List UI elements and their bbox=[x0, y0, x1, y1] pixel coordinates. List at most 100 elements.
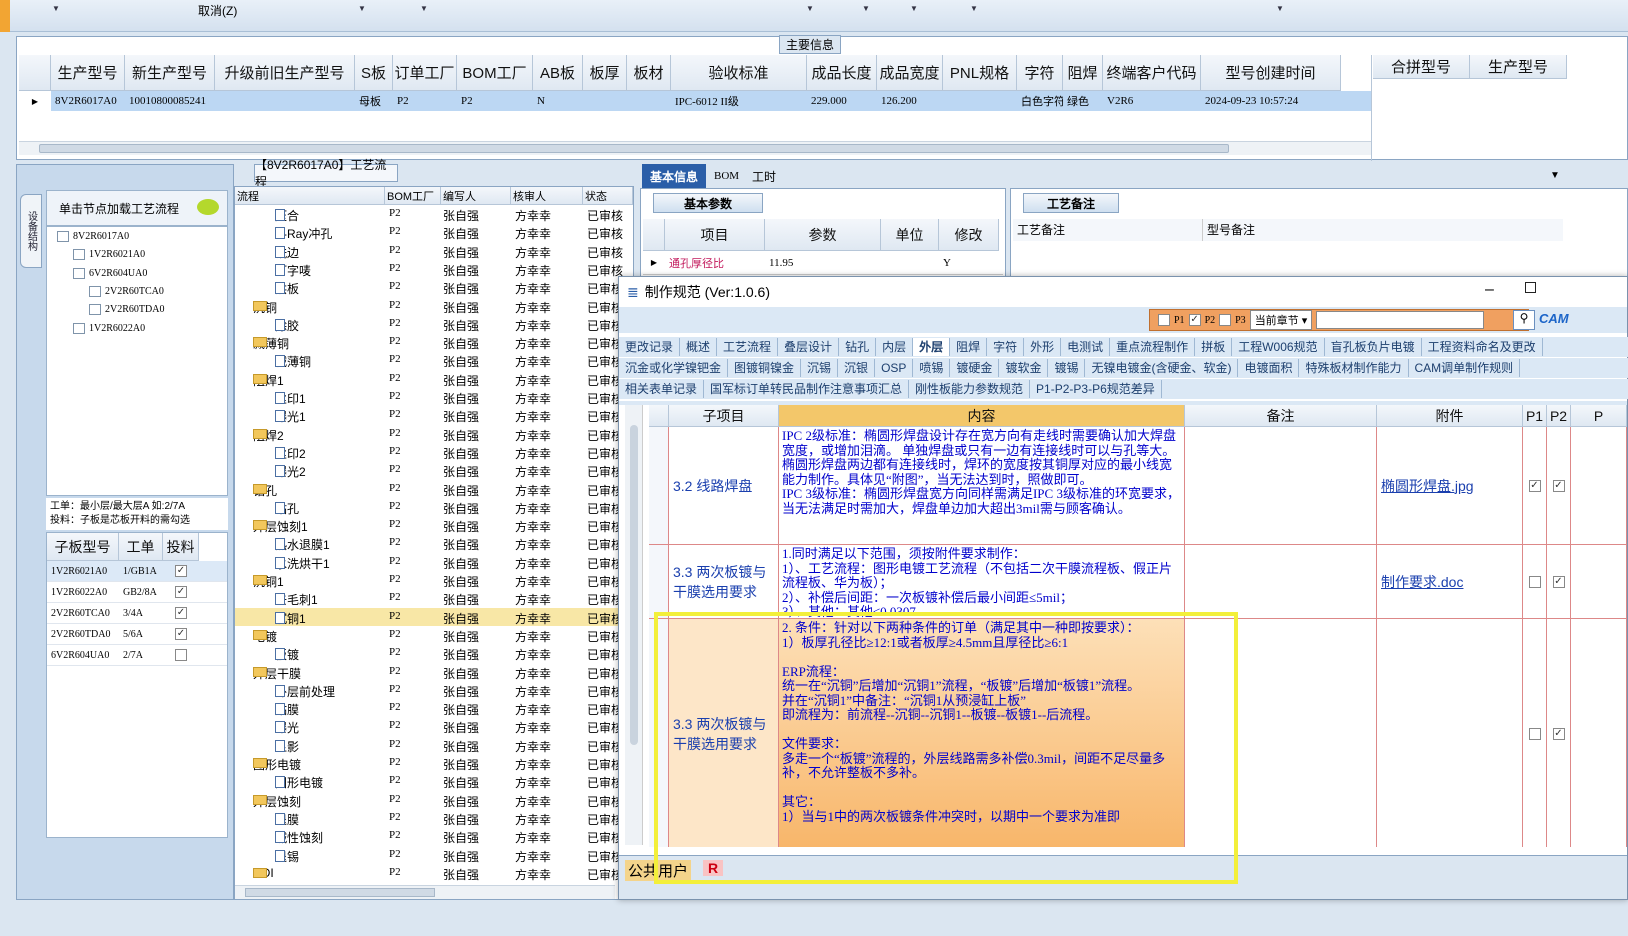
p2-checkbox[interactable]: ✓ bbox=[1552, 727, 1565, 740]
spec-attachment-link[interactable] bbox=[1377, 619, 1523, 847]
spec-tab[interactable]: 电镀面积 bbox=[1238, 359, 1300, 377]
flow-row[interactable]: 图形电镀 P2 张自强 方幸幸 已审核 bbox=[235, 772, 633, 790]
spec-tab[interactable]: 叠层设计 bbox=[778, 338, 840, 356]
search-input[interactable] bbox=[1316, 311, 1485, 329]
p1-checkbox[interactable]: ✓ bbox=[1528, 479, 1541, 492]
feed-checkbox[interactable]: ✓ bbox=[175, 628, 187, 640]
spec-tab[interactable]: 电测试 bbox=[1061, 338, 1111, 356]
spec-tab[interactable]: 工程资料命名及更改 bbox=[1422, 338, 1543, 356]
spec-attachment-link[interactable]: 制作要求.doc bbox=[1377, 545, 1523, 619]
tree-node[interactable]: 1V2R6021A0 bbox=[73, 249, 145, 261]
tree-node[interactable]: 1V2R6022A0 bbox=[73, 322, 145, 334]
sub-row[interactable]: 6V2R604UA0 2/7A bbox=[47, 645, 227, 666]
flow-row[interactable]: 外层蚀刻 P2 张自强 方幸幸 已审核 bbox=[235, 791, 633, 809]
flow-row[interactable]: 曝光1 P2 张自强 方幸幸 已审核 bbox=[235, 406, 633, 424]
flow-row[interactable]: 显影 P2 张自强 方幸幸 已审核 bbox=[235, 736, 633, 754]
spec-tab[interactable]: 刚性板能力参数规范 bbox=[909, 380, 1031, 398]
tab-basic-info[interactable]: 基本信息 bbox=[642, 164, 707, 188]
spec-tab[interactable]: 盲孔板负片电镀 bbox=[1325, 338, 1422, 356]
tree-node[interactable]: 2V2R60TCA0 bbox=[89, 285, 164, 297]
main-cell[interactable]: 母板 bbox=[355, 91, 393, 111]
dialog-vscrollbar[interactable] bbox=[625, 405, 643, 845]
spec-tab[interactable]: 字符 bbox=[987, 338, 1025, 356]
main-cell[interactable]: P2 bbox=[393, 91, 457, 111]
dropdown-arrow-icon[interactable]: ▼ bbox=[1276, 4, 1284, 13]
sub-order[interactable]: 3/4A bbox=[119, 603, 163, 623]
flow-row[interactable]: 外层干膜 P2 张自强 方幸幸 已审核 bbox=[235, 663, 633, 681]
panel-dropdown-icon[interactable]: ▼ bbox=[1550, 170, 1560, 181]
flow-row[interactable]: 曝光 P2 张自强 方幸幸 已审核 bbox=[235, 717, 633, 735]
dropdown-arrow-icon[interactable]: ▼ bbox=[358, 4, 366, 13]
p1-checkbox[interactable] bbox=[1158, 314, 1170, 326]
main-info-row[interactable]: ▶ 8V2R6017A0 10010800085241 母板 P2 P2 N IPC-6012… bbox=[19, 91, 1371, 111]
main-cell[interactable]: 白色字符 bbox=[1017, 91, 1063, 111]
flow-row[interactable]: 阻焊2 P2 张自强 方幸幸 已审核 bbox=[235, 425, 633, 443]
flow-row[interactable]: 沉铜1 P2 张自强 方幸幸 已审核 bbox=[235, 571, 633, 589]
flow-row[interactable]: 电镀P2张自强方幸幸已审核 bbox=[235, 626, 633, 644]
spec-tab[interactable]: 沉锡 bbox=[801, 359, 839, 377]
sub-row[interactable]: 2V2R60TDA0 5/6A ✓ bbox=[47, 624, 227, 645]
flow-row[interactable]: 曝光2 P2 张自强 方幸幸 已审核 bbox=[235, 461, 633, 479]
main-cell[interactable]: 绿色 bbox=[1063, 91, 1103, 111]
tree-node[interactable]: 2V2R60TDA0 bbox=[89, 304, 164, 316]
sub-order[interactable]: 1/GB1A bbox=[119, 561, 163, 581]
spec-tab[interactable]: 阻焊 bbox=[950, 338, 988, 356]
spec-tab[interactable]: 国军标订单转民品制作注意事项汇总 bbox=[704, 380, 910, 398]
flow-row[interactable]: 减薄铜 P2 张自强 方幸幸 已审核 bbox=[235, 333, 633, 351]
dropdown-arrow-icon[interactable]: ▼ bbox=[910, 4, 918, 13]
spec-tab[interactable]: CAM调单制作规则 bbox=[1409, 359, 1521, 377]
p2-checkbox[interactable]: ✓ bbox=[1552, 575, 1565, 588]
spec-tab[interactable]: 钻孔 bbox=[839, 338, 877, 356]
spec-tab[interactable]: P1-P2-P3-P6规范差异 bbox=[1030, 380, 1162, 398]
spec-tab[interactable]: 沉银 bbox=[838, 359, 876, 377]
flow-row[interactable]: 去毛刺1 P2 张自强 方幸幸 已审核 bbox=[235, 589, 633, 607]
p1-checkbox[interactable] bbox=[1528, 727, 1541, 740]
sub-order[interactable]: 5/6A bbox=[119, 624, 163, 644]
flow-row[interactable]: 外层蚀刻1 P2 张自强 方幸幸 已审核 bbox=[235, 516, 633, 534]
tree-node[interactable]: 6V2R604UA0 bbox=[73, 267, 147, 279]
flow-row[interactable]: 丝印1 P2 张自强 方幸幸 已审核 bbox=[235, 388, 633, 406]
flow-row[interactable]: 板镀 P2 张自强 方幸幸 已审核 bbox=[235, 644, 633, 662]
spec-tab[interactable]: 喷锡 bbox=[913, 359, 951, 377]
dropdown-arrow-icon[interactable]: ▼ bbox=[52, 4, 60, 13]
spec-tab[interactable]: 图镀铜镍金 bbox=[728, 359, 802, 377]
sub-row[interactable]: 1V2R6021A0 1/GB1A ✓ bbox=[47, 561, 227, 582]
main-cell[interactable]: IPC-6012 II级 bbox=[671, 91, 807, 111]
spec-tab[interactable]: 镀软金 bbox=[999, 359, 1049, 377]
p3-checkbox[interactable] bbox=[1219, 314, 1232, 326]
flow-row[interactable]: 压合 P2 张自强 方幸幸 已审核 bbox=[235, 205, 633, 223]
sub-order[interactable]: 2/7A bbox=[119, 645, 163, 665]
main-cell[interactable]: 126.200 bbox=[877, 91, 943, 111]
spec-tab[interactable]: OSP bbox=[875, 359, 914, 377]
flow-hscrollbar[interactable] bbox=[235, 885, 615, 899]
p2-checkbox[interactable]: ✓ bbox=[1188, 314, 1201, 326]
flow-row[interactable]: 贴膜 P2 张自强 方幸幸 已审核 bbox=[235, 699, 633, 717]
flow-row[interactable]: 丝印2 P2 张自强 方幸幸 已审核 bbox=[235, 443, 633, 461]
spec-tab[interactable]: 拼板 bbox=[1195, 338, 1233, 356]
dropdown-arrow-icon[interactable]: ▼ bbox=[420, 4, 428, 13]
p1-checkbox[interactable] bbox=[1528, 575, 1541, 588]
maximize-icon[interactable] bbox=[1525, 282, 1536, 293]
search-icon[interactable]: ⚲ bbox=[1513, 310, 1535, 330]
flow-row[interactable]: 沉铜P2张自强方幸幸已审核 bbox=[235, 297, 633, 315]
spec-tab[interactable]: 无镍电镀金(含硬金、软金) bbox=[1085, 359, 1239, 377]
feed-checkbox[interactable] bbox=[175, 649, 187, 661]
main-cell[interactable] bbox=[583, 91, 627, 111]
tab-basic-params[interactable]: 基本参数 bbox=[653, 193, 763, 213]
flow-row[interactable]: 钻孔P2张自强方幸幸已审核 bbox=[235, 498, 633, 516]
spec-tab[interactable]: 外形 bbox=[1024, 338, 1062, 356]
flow-row[interactable]: 铣边 P2 张自强 方幸幸 已审核 bbox=[235, 242, 633, 260]
flow-row[interactable]: 减薄铜 P2 张自强 方幸幸 已审核 bbox=[235, 351, 633, 369]
flow-row[interactable]: 水洗烘干1 P2 张自强 方幸幸 已审核 bbox=[235, 553, 633, 571]
flow-row[interactable]: 热水退膜1 P2 张自强 方幸幸 已审核 bbox=[235, 534, 633, 552]
flow-row[interactable]: 外层前处理 P2 张自强 方幸幸 已审核 bbox=[235, 681, 633, 699]
flow-row[interactable]: X-Ray冲孔 P2 张自强 方幸幸 已审核 bbox=[235, 223, 633, 241]
feed-checkbox[interactable]: ✓ bbox=[175, 565, 187, 577]
scope-select[interactable]: 当前章节 ▾ bbox=[1249, 310, 1313, 330]
flow-row[interactable]: 阻焊1 P2 张自强 方幸幸 已审核 bbox=[235, 370, 633, 388]
flow-row[interactable]: 钻孔P2张自强方幸幸已审核 bbox=[235, 480, 633, 498]
flow-row[interactable]: 烘板 P2 张自强 方幸幸 已审核 bbox=[235, 278, 633, 296]
spec-tab[interactable]: 内层 bbox=[876, 338, 914, 356]
main-cell[interactable]: N bbox=[533, 91, 583, 111]
tree-node[interactable]: 8V2R6017A0 bbox=[57, 231, 129, 242]
